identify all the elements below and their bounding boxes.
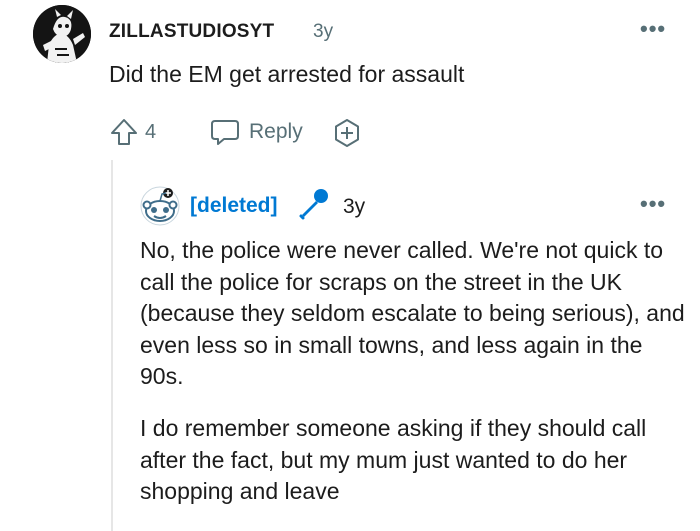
upvote-icon[interactable] — [109, 117, 139, 147]
reply-age: 3y — [343, 195, 366, 218]
reddit-snoo-avatar-icon — [140, 186, 180, 226]
more-options-icon[interactable]: ••• — [640, 193, 666, 215]
comment-body: Did the EM get arrested for assault — [109, 61, 465, 87]
comment-age: 3y — [313, 21, 334, 42]
vote-controls: 4 — [109, 117, 156, 147]
speech-bubble-icon — [209, 117, 241, 147]
thread-line[interactable] — [111, 160, 113, 531]
microphone-icon — [296, 186, 332, 227]
more-options-icon[interactable]: ••• — [640, 18, 666, 40]
comment-username[interactable]: ZILLASTUDIOSYT — [109, 21, 274, 43]
award-plus-icon — [331, 117, 363, 149]
award-button[interactable] — [331, 117, 363, 149]
reply-button[interactable]: Reply — [209, 117, 303, 147]
reply-label: Reply — [249, 120, 303, 143]
reply-username[interactable]: [deleted] — [190, 194, 278, 218]
user-avatar[interactable] — [33, 5, 91, 63]
reply-avatar[interactable] — [140, 186, 180, 226]
reply-paragraph: No, the police were never called. We're … — [140, 237, 685, 389]
vote-count: 4 — [145, 120, 157, 143]
reply-paragraph: I do remember someone asking if they sho… — [140, 415, 647, 504]
cartoon-character-avatar-icon — [33, 5, 91, 63]
